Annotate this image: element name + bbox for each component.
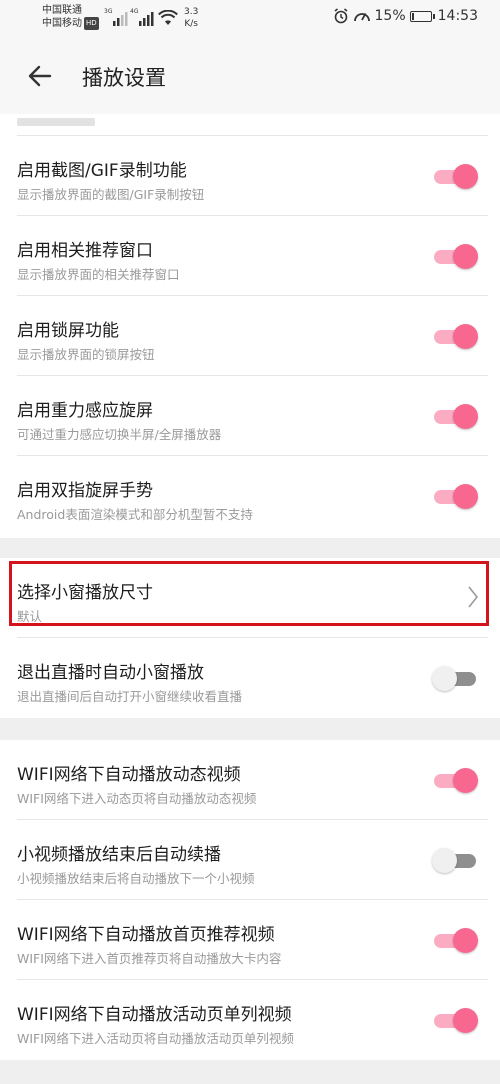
- carrier-2: 中国移动: [42, 18, 82, 29]
- carrier-info: 中国联通 中国移动 HD: [42, 4, 99, 30]
- toggle-switch[interactable]: [432, 848, 478, 873]
- setting-title: 退出直播时自动小窗播放: [17, 663, 204, 683]
- setting-row-wifi-activity[interactable]: WIFI网络下自动播放活动页单列视频 WIFI网络下进入活动页将自动播放活动页单…: [0, 980, 500, 1060]
- setting-title: 启用双指旋屏手势: [17, 481, 153, 501]
- toggle-switch[interactable]: [432, 324, 478, 349]
- setting-title: WIFI网络下自动播放活动页单列视频: [17, 1005, 292, 1025]
- setting-title: 小视频播放结束后自动续播: [17, 845, 221, 865]
- alarm-icon: [334, 8, 348, 24]
- toggle-switch[interactable]: [432, 768, 478, 793]
- speedometer-icon: [353, 13, 370, 22]
- setting-subtitle: 可通过重力感应切换半屏/全屏播放器: [17, 427, 222, 442]
- setting-row-related[interactable]: 启用相关推荐窗口 显示播放界面的相关推荐窗口: [0, 216, 500, 296]
- toggle-switch[interactable]: [432, 404, 478, 429]
- back-arrow-icon[interactable]: [26, 62, 54, 90]
- setting-subtitle: WIFI网络下进入活动页将自动播放活动页单列视频: [17, 1031, 294, 1046]
- setting-title: 启用重力感应旋屏: [17, 401, 153, 421]
- setting-subtitle: 显示播放界面的相关推荐窗口: [17, 267, 180, 282]
- toggle-switch[interactable]: [432, 484, 478, 509]
- setting-subtitle: 小视频播放结束后将自动播放下一个小视频: [17, 871, 255, 886]
- setting-title: 选择小窗播放尺寸: [17, 583, 153, 603]
- setting-title: 启用相关推荐窗口: [17, 241, 153, 261]
- battery-fill: [411, 12, 415, 20]
- chevron-right-icon: [468, 586, 479, 608]
- toggle-switch[interactable]: [432, 928, 478, 953]
- setting-subtitle: Android表面渲染模式和部分机型暂不支持: [17, 507, 253, 522]
- status-bar: 中国联通 中国移动 HD 3G 4G 3.3 K/s 15% 14:53: [0, 0, 500, 38]
- setting-row-screenshot[interactable]: 启用截图/GIF录制功能 显示播放界面的截图/GIF录制按钮: [0, 136, 500, 216]
- player-settings-group: 启用截图/GIF录制功能 显示播放界面的截图/GIF录制按钮 启用相关推荐窗口 …: [0, 114, 500, 538]
- setting-row-wifi-home[interactable]: WIFI网络下自动播放首页推荐视频 WIFI网络下进入首页推荐页将自动播放大卡内…: [0, 900, 500, 980]
- cutoff-row: [0, 114, 500, 136]
- setting-subtitle: 退出直播间后自动打开小窗继续收看直播: [17, 689, 243, 704]
- setting-title: 启用锁屏功能: [17, 321, 119, 341]
- page-title: 播放设置: [82, 66, 166, 90]
- setting-title: 启用截图/GIF录制功能: [17, 161, 187, 181]
- carrier-1: 中国联通: [42, 5, 82, 16]
- title-bar: 播放设置: [0, 38, 500, 114]
- setting-row-window-size[interactable]: 选择小窗播放尺寸 默认: [0, 558, 500, 638]
- battery-icon: [409, 10, 435, 22]
- video-autoplay-group: WIFI网络下自动播放动态视频 WIFI网络下进入动态页将自动播放动态视频 小视…: [0, 740, 500, 1060]
- setting-row-wifi-dynamic[interactable]: WIFI网络下自动播放动态视频 WIFI网络下进入动态页将自动播放动态视频: [0, 740, 500, 820]
- setting-subtitle: WIFI网络下进入首页推荐页将自动播放大卡内容: [17, 951, 282, 966]
- network-speed: 3.3 K/s: [184, 6, 198, 30]
- setting-row-twofinger[interactable]: 启用双指旋屏手势 Android表面渲染模式和部分机型暂不支持: [0, 456, 500, 536]
- setting-row-small-video[interactable]: 小视频播放结束后自动续播 小视频播放结束后将自动播放下一个小视频: [0, 820, 500, 900]
- setting-value: 默认: [17, 609, 43, 624]
- clock: 14:53: [437, 8, 478, 24]
- battery-percent: 15%: [374, 8, 406, 24]
- setting-title: WIFI网络下自动播放动态视频: [17, 765, 241, 785]
- hd-badge: HD: [84, 17, 99, 30]
- toggle-switch[interactable]: [432, 666, 478, 691]
- setting-row-gravity[interactable]: 启用重力感应旋屏 可通过重力感应切换半屏/全屏播放器: [0, 376, 500, 456]
- setting-subtitle: WIFI网络下进入动态页将自动播放动态视频: [17, 791, 257, 806]
- setting-subtitle: 显示播放界面的锁屏按钮: [17, 347, 155, 362]
- speed-value: 3.3: [184, 7, 199, 17]
- speed-unit: K/s: [184, 19, 198, 29]
- wifi-icon: [158, 10, 178, 25]
- setting-row-lockscreen[interactable]: 启用锁屏功能 显示播放界面的锁屏按钮: [0, 296, 500, 376]
- setting-subtitle: 显示播放界面的截图/GIF录制按钮: [17, 187, 205, 202]
- small-window-group: 选择小窗播放尺寸 默认 退出直播时自动小窗播放 退出直播间后自动打开小窗继续收看…: [0, 558, 500, 718]
- toggle-switch[interactable]: [432, 1008, 478, 1033]
- setting-title: WIFI网络下自动播放首页推荐视频: [17, 925, 275, 945]
- setting-row-exit-live[interactable]: 退出直播时自动小窗播放 退出直播间后自动打开小窗继续收看直播: [0, 638, 500, 718]
- toggle-switch[interactable]: [432, 244, 478, 269]
- toggle-switch[interactable]: [432, 164, 478, 189]
